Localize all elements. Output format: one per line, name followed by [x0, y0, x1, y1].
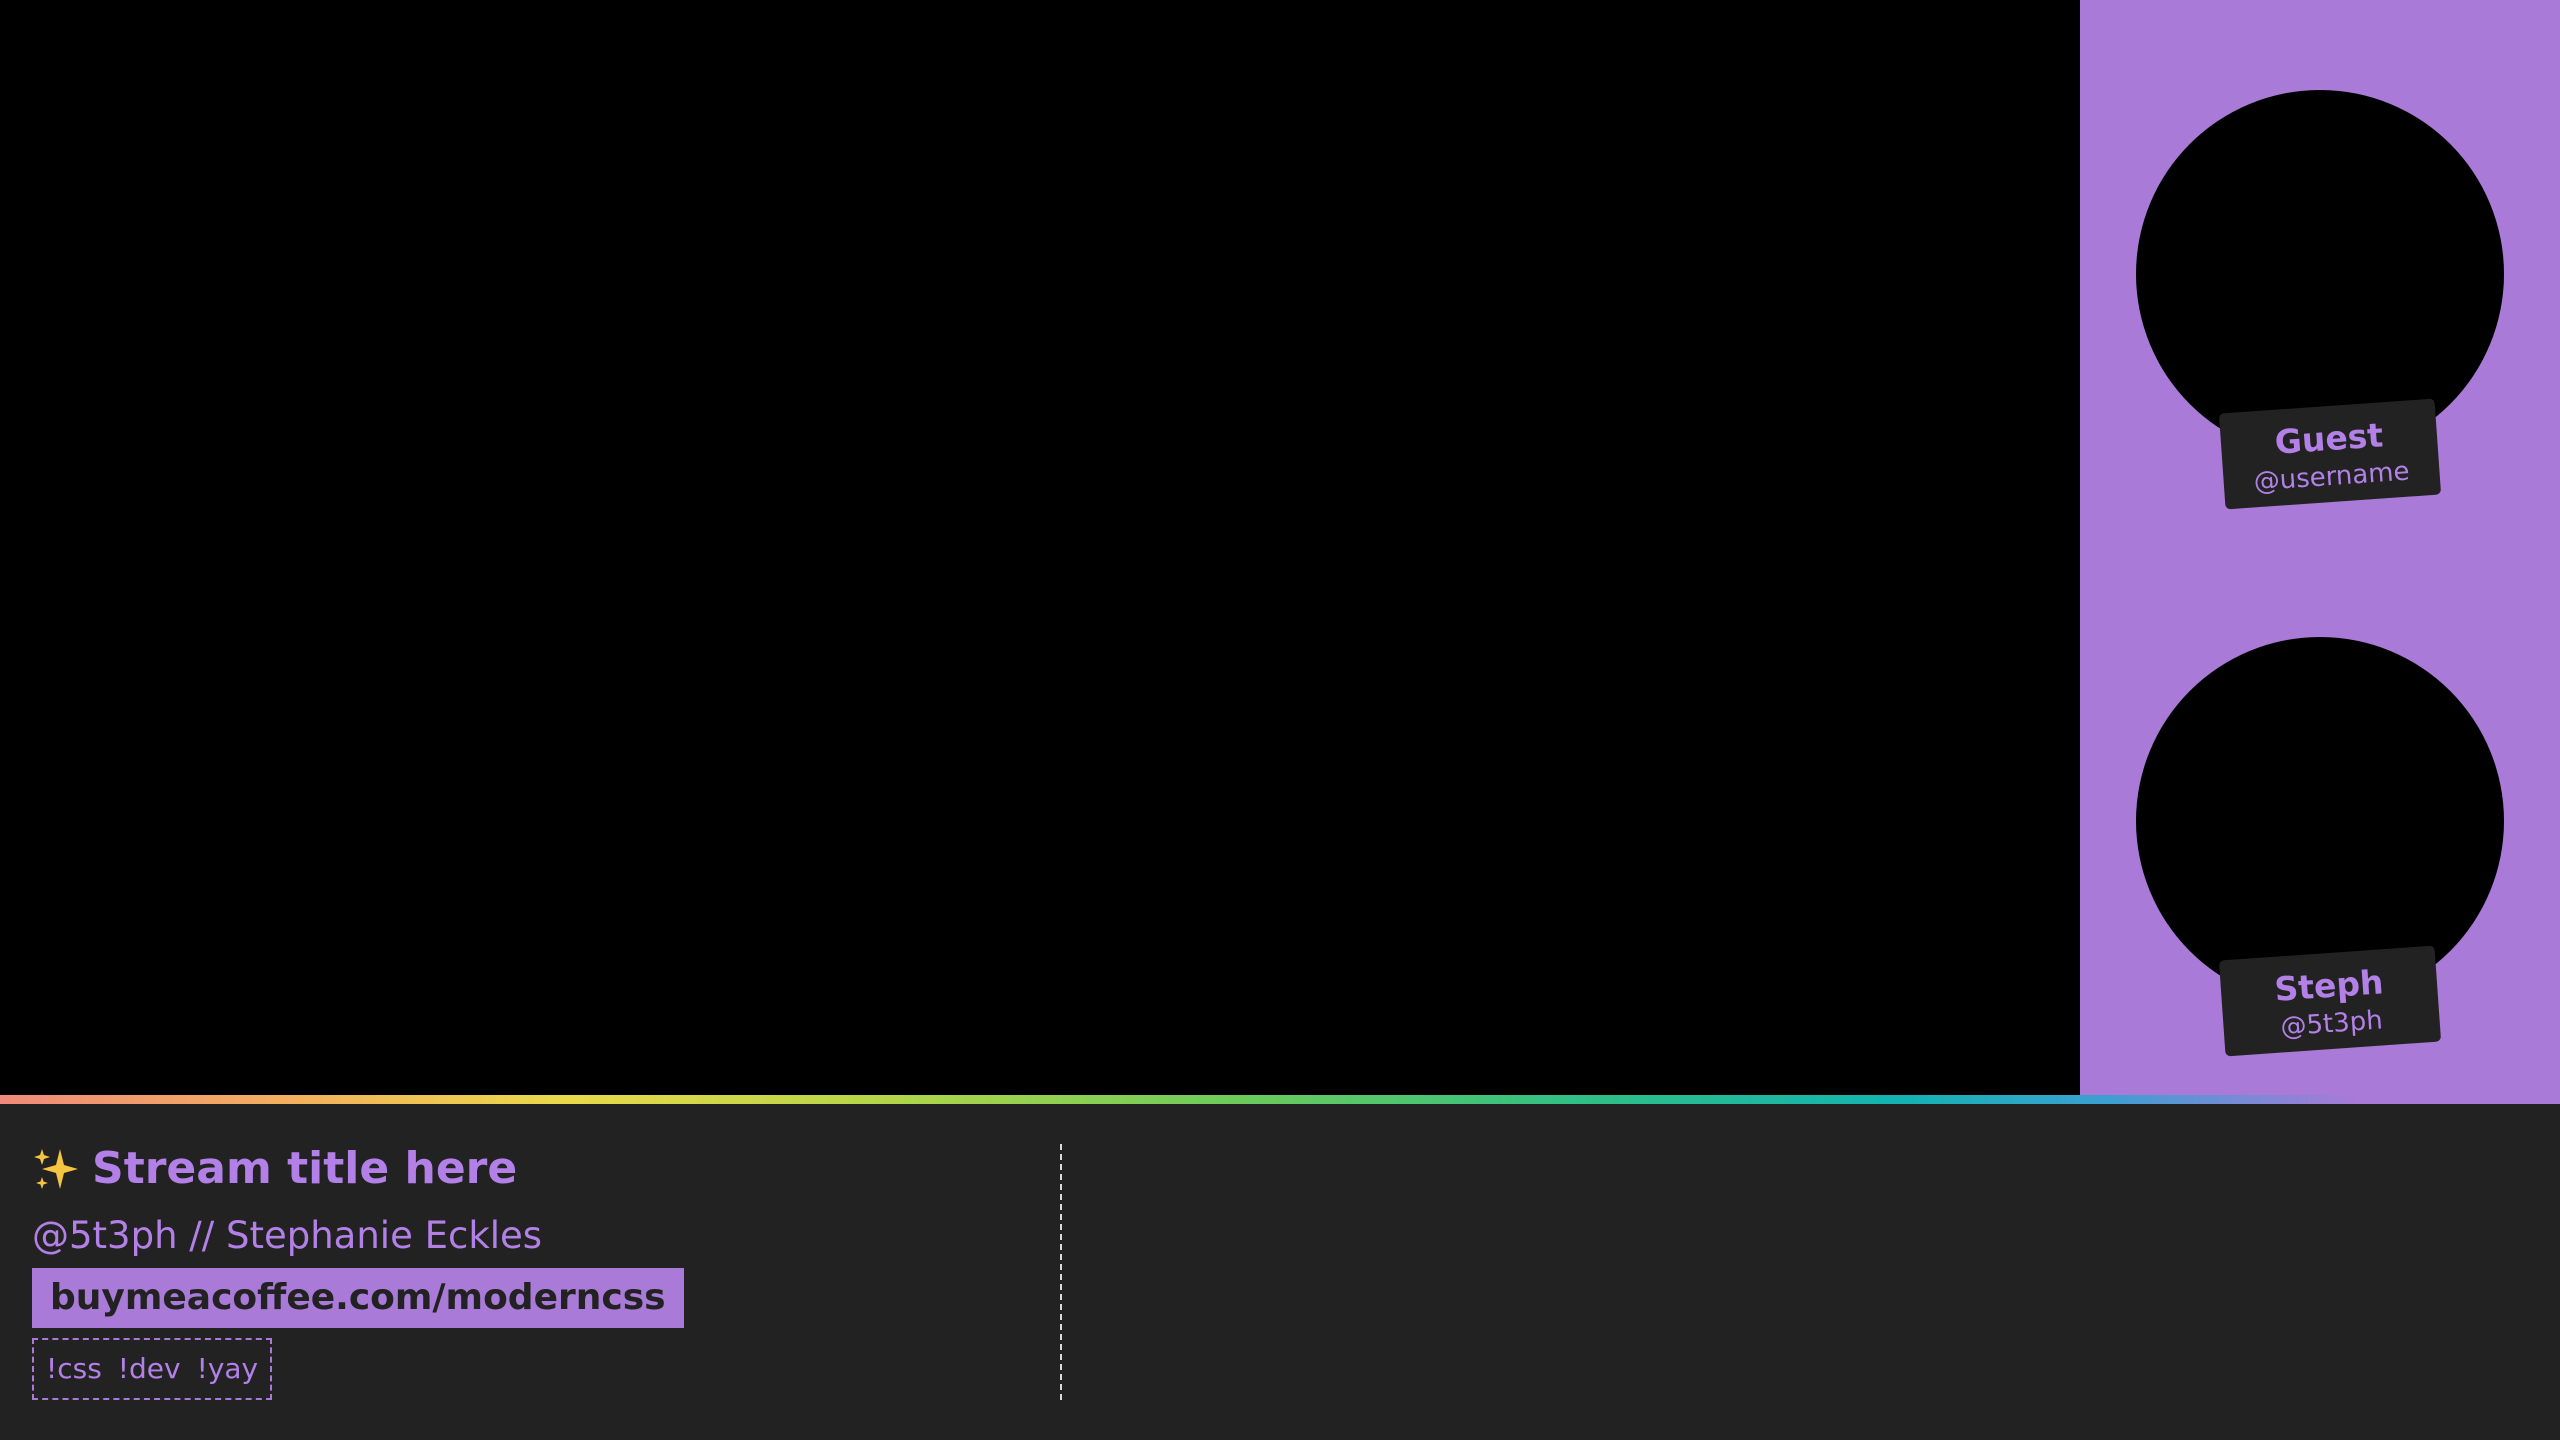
stream-info: Stream title here @5t3ph // Stephanie Ec…: [32, 1138, 684, 1400]
dashed-divider: [1060, 1144, 1062, 1400]
host-camera: [2136, 637, 2504, 1005]
guest-camera: [2136, 90, 2504, 458]
streamer-byline: @5t3ph // Stephanie Eckles: [32, 1214, 543, 1257]
donation-link: buymeacoffee.com/moderncss: [32, 1268, 684, 1328]
host-name-tag: Steph @5t3ph: [2218, 945, 2442, 1057]
rainbow-divider-bar: [0, 1095, 2560, 1104]
chat-command: !css: [46, 1352, 102, 1385]
chat-commands: !css !dev !yay: [32, 1338, 273, 1400]
stream-overlay: Guest @username Steph @5t3ph Stream titl…: [0, 0, 2560, 1440]
chat-command: !yay: [196, 1352, 259, 1385]
chat-command: !dev: [117, 1352, 181, 1385]
main-video-area: [0, 0, 2080, 1095]
stream-title: Stream title here: [92, 1143, 518, 1194]
guest-name-tag: Guest @username: [2218, 398, 2442, 510]
title-row: Stream title here: [32, 1138, 684, 1200]
sparkles-icon: [32, 1145, 80, 1193]
